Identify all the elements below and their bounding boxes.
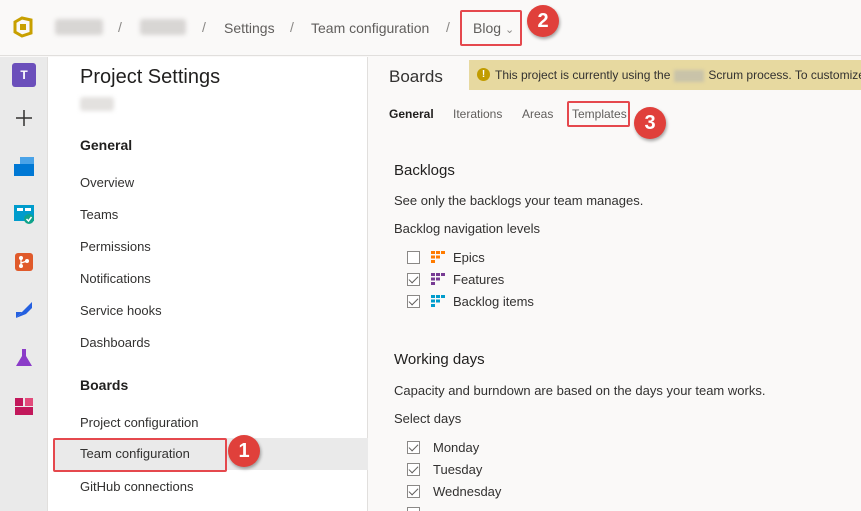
tab-general[interactable]: General xyxy=(389,107,434,121)
process-name-redacted xyxy=(674,69,705,82)
working-days-description: Capacity and burndown are based on the d… xyxy=(394,383,766,398)
organization-name-redacted[interactable] xyxy=(55,19,103,35)
boards-icon[interactable] xyxy=(12,202,36,226)
page-title: Boards xyxy=(389,67,443,86)
breadcrumb-separator: / xyxy=(118,19,122,35)
epics-icon xyxy=(431,251,445,263)
nav-item-permissions[interactable]: Permissions xyxy=(80,239,151,254)
section-general: General xyxy=(80,137,133,153)
nav-item-github-connections[interactable]: GitHub connections xyxy=(80,479,193,494)
tab-areas[interactable]: Areas xyxy=(522,107,553,121)
project-name-redacted[interactable] xyxy=(140,19,186,35)
nav-item-teams[interactable]: Teams xyxy=(80,207,118,222)
breadcrumb-settings[interactable]: Settings xyxy=(224,20,275,36)
highlight-box-templates-tab xyxy=(567,101,630,127)
highlight-box-team-selector xyxy=(460,10,522,46)
artifacts-icon[interactable] xyxy=(12,394,36,418)
backlogs-description: See only the backlogs your team manages. xyxy=(394,193,644,208)
backlog-items-label: Backlog items xyxy=(453,294,534,309)
breadcrumb-separator: / xyxy=(290,19,294,35)
select-days-label: Select days xyxy=(394,411,462,426)
callout-2: 2 xyxy=(527,5,559,37)
epics-label: Epics xyxy=(453,250,485,265)
features-icon xyxy=(431,273,445,285)
project-name-redacted xyxy=(80,97,114,111)
highlight-box-team-configuration xyxy=(53,438,227,472)
nav-item-service-hooks[interactable]: Service hooks xyxy=(80,303,162,318)
banner-text-suffix: Scrum process. To customize xyxy=(708,68,861,82)
checkbox-epics[interactable] xyxy=(407,251,420,264)
callout-3: 3 xyxy=(634,107,666,139)
nav-item-project-configuration[interactable]: Project configuration xyxy=(80,415,199,430)
section-boards: Boards xyxy=(80,377,129,393)
tuesday-label: Tuesday xyxy=(433,462,483,477)
plus-icon[interactable] xyxy=(12,106,36,130)
working-days-heading: Working days xyxy=(394,351,485,368)
test-plans-icon[interactable] xyxy=(12,346,36,370)
banner-text-prefix: This project is currently using the xyxy=(495,68,671,82)
checkbox-monday[interactable] xyxy=(407,441,420,454)
tab-iterations[interactable]: Iterations xyxy=(453,107,502,121)
process-info-banner: ! This project is currently using the Scr… xyxy=(469,60,861,90)
checkbox-wednesday[interactable] xyxy=(407,485,420,498)
breadcrumb-team-configuration[interactable]: Team configuration xyxy=(311,20,429,36)
info-icon: ! xyxy=(477,68,490,81)
backlog-levels-label: Backlog navigation levels xyxy=(394,221,540,236)
checkbox-backlog-items[interactable] xyxy=(407,295,420,308)
backlogs-heading: Backlogs xyxy=(394,162,455,179)
checkbox-features[interactable] xyxy=(407,273,420,286)
azure-devops-logo-icon[interactable] xyxy=(12,16,34,38)
nav-item-dashboards[interactable]: Dashboards xyxy=(80,335,150,350)
wednesday-label: Wednesday xyxy=(433,484,502,499)
overview-icon[interactable] xyxy=(12,154,36,178)
repos-icon[interactable] xyxy=(12,250,36,274)
top-bar: / / Settings / Team configuration / Blog… xyxy=(0,0,861,56)
callout-1: 1 xyxy=(228,435,260,467)
checkbox-tuesday[interactable] xyxy=(407,463,420,476)
project-settings-title: Project Settings xyxy=(80,66,221,88)
nav-item-notifications[interactable]: Notifications xyxy=(80,271,151,286)
features-label: Features xyxy=(453,272,505,287)
nav-item-overview[interactable]: Overview xyxy=(80,175,134,190)
breadcrumb-separator: / xyxy=(202,19,206,35)
breadcrumb-separator: / xyxy=(446,19,450,35)
monday-label: Monday xyxy=(433,440,480,455)
checkbox-thursday-partial[interactable] xyxy=(407,507,420,511)
pipelines-icon[interactable] xyxy=(12,298,36,322)
backlog-items-icon xyxy=(431,295,445,307)
left-navigation-rail: T xyxy=(0,57,48,511)
project-avatar-icon[interactable]: T xyxy=(12,63,36,87)
